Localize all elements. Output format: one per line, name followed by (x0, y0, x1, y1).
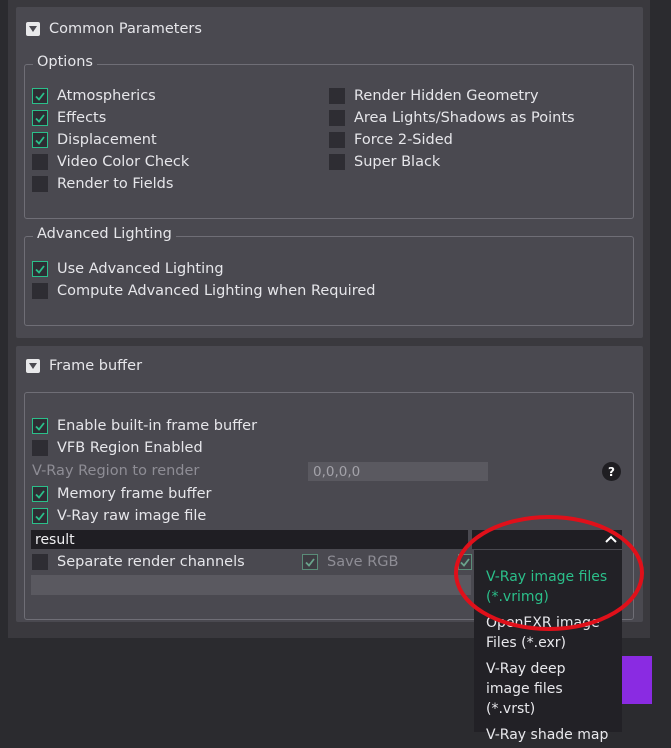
option-checkbox[interactable]: Render to Fields (32, 174, 173, 194)
channels-path-input (31, 575, 471, 595)
checkbox-label: Compute Advanced Lighting when Required (57, 283, 376, 299)
raw-image-file-checkbox[interactable]: V-Ray raw image file (32, 506, 206, 526)
chevron-up-icon (605, 535, 617, 543)
checkbox-label: Render Hidden Geometry (354, 88, 539, 104)
advanced-lighting-checkbox[interactable]: Compute Advanced Lighting when Required (32, 281, 375, 301)
checkbox-label: V-Ray raw image file (57, 508, 207, 524)
collapse-triangle-icon[interactable] (26, 22, 40, 36)
checkbox-box[interactable] (32, 554, 48, 570)
checkbox-label: Area Lights/Shadows as Points (354, 110, 575, 126)
section-title: Common Parameters (49, 21, 202, 37)
option-checkbox[interactable]: Area Lights/Shadows as Points (329, 108, 575, 128)
checkbox-box[interactable] (32, 283, 48, 299)
option-checkbox[interactable]: Render Hidden Geometry (329, 86, 539, 106)
filename-text: result (35, 531, 75, 548)
save-rgb-checkbox: Save RGB (302, 552, 398, 572)
enable-vfb-checkbox[interactable]: Enable built-in frame buffer (32, 416, 257, 436)
collapse-triangle-icon[interactable] (26, 359, 40, 373)
checkbox-label: Enable built-in frame buffer (57, 418, 258, 434)
checkbox-box[interactable] (32, 418, 48, 434)
checkbox-label: Force 2-Sided (354, 132, 453, 148)
options-legend: Options (33, 54, 97, 70)
checkbox-label: Separate render channels (57, 554, 245, 570)
checkbox-box[interactable] (32, 154, 48, 170)
checkbox-box[interactable] (32, 486, 48, 502)
vfb-region-checkbox[interactable]: VFB Region Enabled (32, 438, 203, 458)
region-value: 0,0,0,0 (313, 463, 361, 480)
memory-frame-buffer-checkbox[interactable]: Memory frame buffer (32, 484, 211, 504)
raw-filename-input[interactable]: result (31, 530, 468, 549)
file-type-dropdown[interactable] (472, 530, 622, 549)
checkbox-box[interactable] (32, 261, 48, 277)
checkbox-label: Render to Fields (57, 176, 174, 192)
option-checkbox[interactable]: Video Color Check (32, 152, 189, 172)
option-checkbox[interactable]: Displacement (32, 130, 157, 150)
region-to-render-label: V-Ray Region to render (32, 461, 199, 481)
checkbox-label: Displacement (57, 132, 157, 148)
help-icon[interactable]: ? (602, 462, 621, 481)
checkbox-label: Use Advanced Lighting (57, 261, 224, 277)
separate-channels-checkbox[interactable]: Separate render channels (32, 552, 245, 572)
menu-item-exr[interactable]: OpenEXR image Files (*.exr) (474, 610, 622, 656)
checkbox-box[interactable] (329, 88, 345, 104)
checkbox-box[interactable] (32, 132, 48, 148)
checkbox-box[interactable] (329, 110, 345, 126)
checkbox-label: Save RGB (327, 554, 399, 570)
option-checkbox[interactable]: Force 2-Sided (329, 130, 453, 150)
checkbox-box[interactable] (32, 176, 48, 192)
checkbox-label: Effects (57, 110, 107, 126)
checkbox-box[interactable] (32, 440, 48, 456)
menu-item-vrst[interactable]: V-Ray deep image files (*.vrst) (474, 656, 622, 722)
section-title: Frame buffer (49, 358, 143, 374)
checkbox-box[interactable] (32, 88, 48, 104)
checkbox-label: Memory frame buffer (57, 486, 212, 502)
checkbox-box[interactable] (32, 508, 48, 524)
frame-buffer-header[interactable]: Frame buffer (26, 356, 142, 376)
option-checkbox[interactable]: Effects (32, 108, 106, 128)
common-parameters-header[interactable]: Common Parameters (26, 19, 202, 39)
region-input: 0,0,0,0 (308, 462, 488, 481)
file-type-menu: V-Ray image files (*.vrimg) OpenEXR imag… (474, 550, 622, 743)
checkbox-label: Atmospherics (57, 88, 156, 104)
checkbox-label: VFB Region Enabled (57, 440, 203, 456)
help-glyph: ? (608, 464, 615, 479)
checkbox-box[interactable] (329, 154, 345, 170)
menu-item-shade-map[interactable]: V-Ray shade map (474, 722, 622, 748)
checkbox-box[interactable] (32, 110, 48, 126)
option-checkbox[interactable]: Super Black (329, 152, 440, 172)
region-label-text: V-Ray Region to render (32, 463, 200, 479)
checkbox-box (458, 554, 472, 570)
advanced-lighting-checkbox[interactable]: Use Advanced Lighting (32, 259, 224, 279)
menu-item-vrimg[interactable]: V-Ray image files (*.vrimg) (474, 564, 622, 610)
advanced-lighting-legend: Advanced Lighting (33, 226, 176, 242)
checkbox-label: Super Black (354, 154, 441, 170)
option-checkbox[interactable]: Atmospherics (32, 86, 156, 106)
checkbox-box (302, 554, 318, 570)
checkbox-label: Video Color Check (57, 154, 190, 170)
checkbox-box[interactable] (329, 132, 345, 148)
